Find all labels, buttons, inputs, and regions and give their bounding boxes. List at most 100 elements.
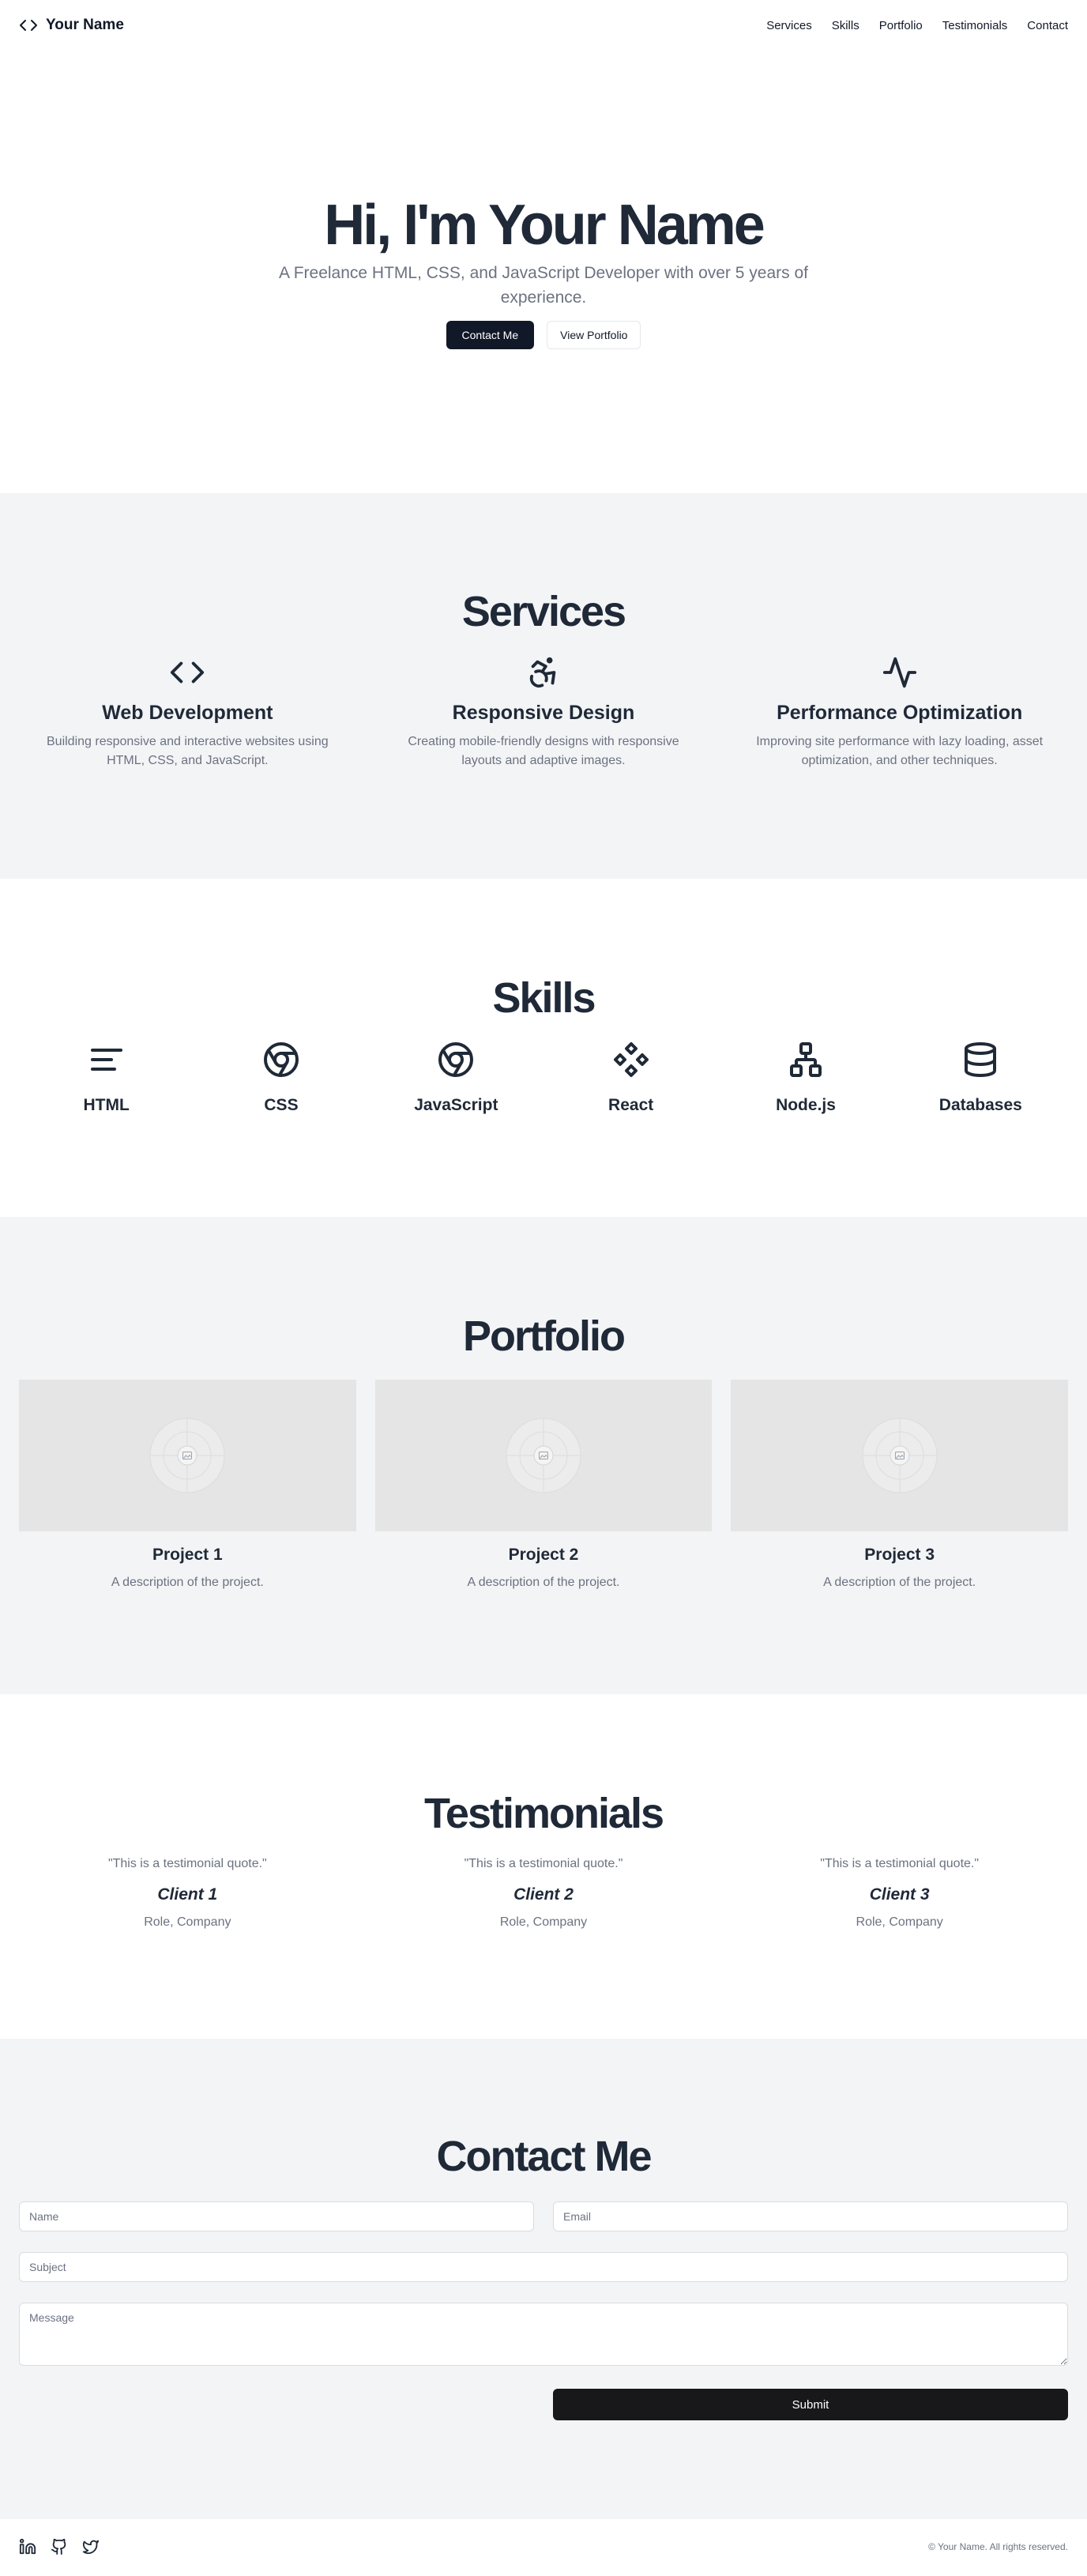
subject-input[interactable] <box>19 2252 1068 2282</box>
project-description: A description of the project. <box>467 1576 620 1589</box>
project-card[interactable]: Project 1 A description of the project. <box>19 1380 356 1590</box>
github-icon[interactable] <box>51 2538 68 2555</box>
skill-item: Databases <box>893 1041 1068 1115</box>
submit-spacer <box>19 2389 534 2420</box>
skill-name: HTML <box>83 1096 130 1114</box>
testimonial-client: Client 3 <box>869 1885 930 1904</box>
skills-grid: HTML CSS JavaScript React Node.js Databa… <box>0 1041 1087 1115</box>
project-thumbnail[interactable] <box>19 1380 356 1531</box>
image-placeholder-icon <box>862 1418 938 1493</box>
project-card[interactable]: Project 3 A description of the project. <box>731 1380 1068 1590</box>
service-description: Improving site performance with lazy loa… <box>756 735 1044 767</box>
name-email-row <box>19 2201 1068 2231</box>
project-card[interactable]: Project 2 A description of the project. <box>374 1380 713 1590</box>
testimonial-quote: "This is a testimonial quote." <box>107 1857 267 1870</box>
brand[interactable]: Your Name <box>19 16 124 35</box>
testimonial-role: Role, Company <box>144 1915 231 1929</box>
testimonial-quote: "This is a testimonial quote." <box>464 1857 623 1870</box>
skill-item: JavaScript <box>369 1041 544 1115</box>
name-input[interactable] <box>19 2201 534 2231</box>
nav-link-services[interactable]: Services <box>766 19 812 32</box>
message-textarea[interactable] <box>19 2303 1068 2366</box>
accessibility-icon <box>375 654 713 689</box>
service-card: Web Development Building responsive and … <box>19 654 356 770</box>
social-links <box>19 2538 100 2555</box>
copyright-text: © Your Name. All rights reserved. <box>928 2541 1068 2552</box>
image-placeholder-icon <box>506 1418 581 1493</box>
testimonial-client: Client 2 <box>513 1885 574 1904</box>
testimonial-role: Role, Company <box>856 1915 943 1929</box>
service-card: Responsive Design Creating mobile-friend… <box>375 654 713 770</box>
chrome-icon <box>369 1041 544 1079</box>
activity-icon <box>731 654 1068 689</box>
skill-name: React <box>608 1096 654 1114</box>
testimonial-card: "This is a testimonial quote." Client 2 … <box>375 1857 713 1930</box>
project-description: A description of the project. <box>111 1576 264 1589</box>
email-input[interactable] <box>553 2201 1068 2231</box>
hero-buttons: Contact Me View Portfolio <box>446 321 641 350</box>
site-header: Your Name Services Skills Portfolio Test… <box>0 0 1087 51</box>
chrome-icon <box>194 1041 368 1079</box>
image-placeholder-icon <box>149 1418 225 1493</box>
skill-name: JavaScript <box>414 1096 498 1114</box>
testimonials-section: Testimonials "This is a testimonial quot… <box>0 1694 1087 2039</box>
testimonial-card: "This is a testimonial quote." Client 3 … <box>731 1857 1068 1930</box>
testimonials-grid: "This is a testimonial quote." Client 1 … <box>0 1857 1087 1930</box>
testimonial-card: "This is a testimonial quote." Client 1 … <box>19 1857 356 1930</box>
diamond-grid-icon <box>544 1041 718 1079</box>
network-icon <box>718 1041 893 1079</box>
hero-title: Hi, I'm Your Name <box>324 193 765 257</box>
skill-item: HTML <box>19 1041 194 1115</box>
portfolio-section: Portfolio Project 1 A description of the… <box>0 1217 1087 1694</box>
project-title: Project 3 <box>864 1546 935 1564</box>
skills-title: Skills <box>492 974 596 1022</box>
contact-section: Contact Me Submit <box>0 2039 1087 2519</box>
code-icon <box>19 654 356 689</box>
view-portfolio-button[interactable]: View Portfolio <box>547 321 641 350</box>
portfolio-grid: Project 1 A description of the project. … <box>0 1380 1087 1590</box>
service-title: Performance Optimization <box>777 702 1023 724</box>
service-title: Web Development <box>102 702 273 724</box>
testimonials-title: Testimonials <box>423 1790 664 1837</box>
code-icon <box>19 16 38 35</box>
project-thumbnail[interactable] <box>731 1380 1068 1531</box>
contact-me-button[interactable]: Contact Me <box>446 321 535 350</box>
services-grid: Web Development Building responsive and … <box>0 654 1087 770</box>
hero-section: Hi, I'm Your Name A Freelance HTML, CSS,… <box>0 51 1087 493</box>
nav-link-skills[interactable]: Skills <box>832 19 859 32</box>
linkedin-icon[interactable] <box>19 2538 36 2555</box>
skill-item: React <box>544 1041 718 1115</box>
nav-link-contact[interactable]: Contact <box>1027 19 1068 32</box>
services-section: Services Web Development Building respon… <box>0 493 1087 879</box>
nav-link-portfolio[interactable]: Portfolio <box>879 19 923 32</box>
testimonial-client: Client 1 <box>157 1885 218 1904</box>
service-description: Building responsive and interactive webs… <box>47 735 329 767</box>
service-card: Performance Optimization Improving site … <box>731 654 1068 770</box>
service-title: Responsive Design <box>452 702 635 724</box>
project-title: Project 1 <box>152 1546 223 1564</box>
skill-name: Databases <box>938 1096 1022 1114</box>
skill-item: Node.js <box>718 1041 893 1115</box>
project-thumbnail[interactable] <box>374 1380 713 1531</box>
nav-link-testimonials[interactable]: Testimonials <box>942 19 1008 32</box>
submit-row: Submit <box>19 2389 1068 2420</box>
text-align-icon <box>19 1041 194 1079</box>
project-title: Project 2 <box>508 1546 579 1564</box>
site-footer: © Your Name. All rights reserved. <box>0 2519 1087 2574</box>
contact-form: Submit <box>0 2201 1087 2420</box>
brand-name: Your Name <box>46 17 124 33</box>
testimonial-role: Role, Company <box>499 1915 588 1929</box>
testimonial-quote: "This is a testimonial quote." <box>820 1857 980 1870</box>
skill-item: CSS <box>194 1041 368 1115</box>
submit-button[interactable]: Submit <box>553 2389 1068 2420</box>
project-description: A description of the project. <box>823 1576 976 1589</box>
skill-name: Node.js <box>776 1096 836 1114</box>
skills-section: Skills HTML CSS JavaScript React Node.js… <box>0 879 1087 1217</box>
portfolio-title: Portfolio <box>463 1312 626 1360</box>
database-icon <box>893 1041 1068 1079</box>
services-title: Services <box>461 588 626 635</box>
twitter-icon[interactable] <box>82 2538 100 2555</box>
service-description: Creating mobile-friendly designs with re… <box>408 735 679 767</box>
main-nav: Services Skills Portfolio Testimonials C… <box>766 19 1068 32</box>
skill-name: CSS <box>264 1096 299 1114</box>
